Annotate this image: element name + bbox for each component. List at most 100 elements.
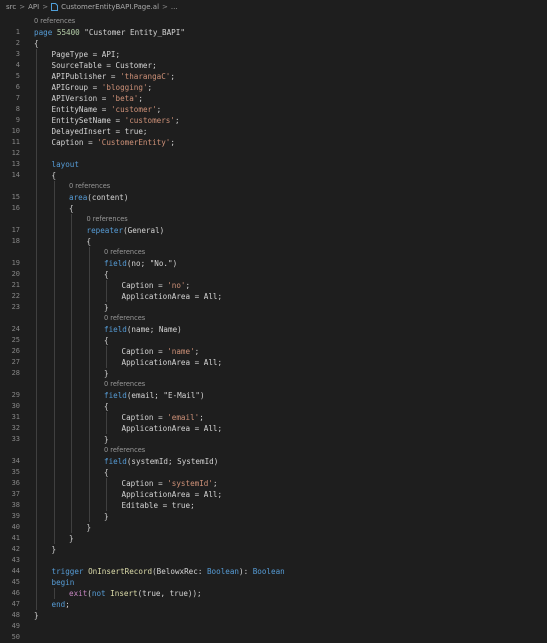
code-line[interactable]: 47 end; [0, 599, 547, 610]
code-line[interactable]: 13 layout [0, 159, 547, 170]
code-line[interactable]: 50 [0, 632, 547, 643]
code-line[interactable]: 45 begin [0, 577, 547, 588]
code-line[interactable]: 14 { [0, 170, 547, 181]
code-text: APIGroup = 'blogging'; [52, 82, 153, 93]
breadcrumb-src[interactable]: src [6, 3, 16, 11]
code-text: EntitySetName = 'customers'; [52, 115, 180, 126]
code-line[interactable]: 40} [0, 522, 547, 533]
line-number: 12 [11, 149, 20, 157]
code-line[interactable]: 34 field(systemId; SystemId) [0, 456, 547, 467]
code-line[interactable]: 35 { [0, 467, 547, 478]
code-token: end [51, 600, 66, 609]
code-token: (no; "No.") [126, 259, 178, 268]
code-line[interactable]: 41} [0, 533, 547, 544]
line-number: 10 [11, 127, 20, 135]
code-token: 'no' [167, 281, 186, 290]
code-line[interactable]: 49 [0, 621, 547, 632]
code-token: ): [239, 567, 253, 576]
codelens-references[interactable]: 0 references [69, 181, 110, 192]
code-text: page 55400 "Customer Entity_BAPI" [34, 27, 185, 38]
code-text: { [104, 269, 109, 280]
code-line[interactable]: 27 ApplicationArea = All; [0, 357, 547, 368]
code-token: page [34, 28, 53, 37]
code-text: area(content) [69, 192, 128, 203]
code-text: DelayedInsert = true; [52, 126, 148, 137]
indent-guide [106, 478, 107, 511]
code-line[interactable]: 11 Caption = 'CustomerEntity'; [0, 137, 547, 148]
code-line[interactable]: 44 trigger OnInsertRecord(BelowxRec: Bool… [0, 566, 547, 577]
codelens-references[interactable]: 0 references [34, 16, 75, 27]
code-line[interactable]: 26 Caption = 'name'; [0, 346, 547, 357]
codelens-references[interactable]: 0 references [104, 313, 145, 324]
code-line[interactable]: 10 DelayedInsert = true; [0, 126, 547, 137]
code-token: field [104, 391, 127, 400]
code-line[interactable]: 17 repeater(General) [0, 225, 547, 236]
code-line[interactable]: 29 field(email; "E-Mail") [0, 390, 547, 401]
code-token: PageType = API; [51, 50, 121, 59]
breadcrumb-api[interactable]: API [28, 3, 39, 11]
code-line[interactable]: 21 Caption = 'no'; [0, 280, 547, 291]
code-text: } [52, 544, 57, 555]
code-token: { [34, 39, 39, 48]
code-text: } [104, 511, 109, 522]
code-text: layout [52, 159, 79, 170]
code-token: Boolean [252, 567, 285, 576]
code-editor[interactable]: 0 references 1 page 55400 "Customer Entity… [0, 14, 547, 643]
code-line[interactable]: 1 page 55400 "Customer Entity_BAPI" [0, 27, 547, 38]
code-line[interactable]: 46 exit(not Insert(true, true)); [0, 588, 547, 599]
line-number: 4 [15, 61, 20, 69]
code-line[interactable]: 8 EntityName = 'customer'; [0, 104, 547, 115]
codelens-references[interactable]: 0 references [104, 247, 145, 258]
code-line[interactable]: 2{ [0, 38, 547, 49]
code-token: (BelowxRec: [152, 567, 207, 576]
line-number: 30 [11, 402, 20, 410]
code-text: APIVersion = 'beta'; [52, 93, 143, 104]
code-line[interactable]: 3 PageType = API; [0, 49, 547, 60]
code-line[interactable]: 19 field(no; "No.") [0, 258, 547, 269]
code-line[interactable]: 16 { [0, 203, 547, 214]
code-line[interactable]: 25 { [0, 335, 547, 346]
code-line[interactable]: 7 APIVersion = 'beta'; [0, 93, 547, 104]
code-line[interactable]: 4 SourceTable = Customer; [0, 60, 547, 71]
code-token: (true, true)); [137, 589, 202, 598]
code-line[interactable]: 37 ApplicationArea = All; [0, 489, 547, 500]
code-token: field [104, 457, 127, 466]
chevron-right-icon: > [162, 3, 168, 11]
code-text: PageType = API; [52, 49, 121, 60]
codelens-references[interactable]: 0 references [104, 445, 145, 456]
code-text: } [34, 610, 39, 621]
code-line[interactable]: 23} [0, 302, 547, 313]
code-line[interactable]: 18 { [0, 236, 547, 247]
code-line[interactable]: 28} [0, 368, 547, 379]
code-text: ApplicationArea = All; [122, 357, 223, 368]
code-line[interactable]: 42} [0, 544, 547, 555]
code-text: trigger OnInsertRecord(BelowxRec: Boolea… [52, 566, 285, 577]
code-token: { [51, 171, 57, 180]
code-token: 'beta' [110, 94, 139, 103]
code-line[interactable]: 32 ApplicationArea = All; [0, 423, 547, 434]
line-number: 28 [11, 369, 20, 377]
code-line[interactable]: 20 { [0, 269, 547, 280]
line-number: 35 [11, 468, 20, 476]
code-line[interactable]: 12 [0, 148, 547, 159]
code-line[interactable]: 9 EntitySetName = 'customers'; [0, 115, 547, 126]
code-line[interactable]: 36 Caption = 'systemId'; [0, 478, 547, 489]
code-line[interactable]: 24 field(name; Name) [0, 324, 547, 335]
codelens-references[interactable]: 0 references [87, 214, 128, 225]
breadcrumb-file[interactable]: CustomerEntityBAPI.Page.al [61, 3, 159, 11]
code-line[interactable]: 43 [0, 555, 547, 566]
code-line[interactable]: 22 ApplicationArea = All; [0, 291, 547, 302]
breadcrumb-more[interactable]: ... [171, 3, 178, 11]
code-token: ; [65, 600, 70, 609]
code-line[interactable]: 31 Caption = 'email'; [0, 412, 547, 423]
code-line[interactable]: 15 area(content) [0, 192, 547, 203]
code-line[interactable]: 39} [0, 511, 547, 522]
code-line[interactable]: 5 APIPublisher = 'tharangaC'; [0, 71, 547, 82]
code-token: ; [170, 72, 175, 81]
code-line[interactable]: 38 Editable = true; [0, 500, 547, 511]
code-line[interactable]: 33} [0, 434, 547, 445]
code-line[interactable]: 48} [0, 610, 547, 621]
codelens-references[interactable]: 0 references [104, 379, 145, 390]
code-line[interactable]: 6 APIGroup = 'blogging'; [0, 82, 547, 93]
code-line[interactable]: 30 { [0, 401, 547, 412]
